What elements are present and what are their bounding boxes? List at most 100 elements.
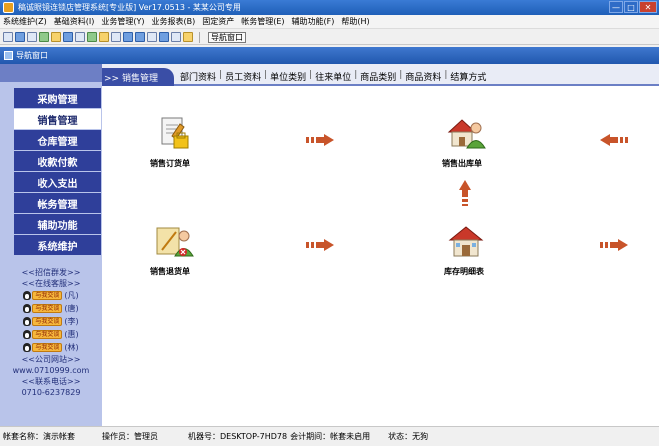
nav-window-title: 导航窗口	[16, 51, 48, 60]
state-label: 状态：	[388, 432, 413, 441]
qq-contact[interactable]: 与我交谈 (惠)	[0, 328, 102, 341]
qq-contact[interactable]: 与我交谈 (林)	[0, 341, 102, 354]
save-icon[interactable]	[135, 32, 145, 42]
help-icon[interactable]	[171, 32, 181, 42]
tab-sales-management[interactable]: >> 销售管理	[102, 68, 174, 86]
arrow-left-icon	[600, 134, 628, 146]
account-label: 帐套名称：	[3, 432, 43, 441]
tab-strip: >> 销售管理 部门资料 | 员工资料 | 单位类别 | 往来单位 | 商品类别…	[102, 64, 659, 86]
tools-icon[interactable]	[51, 32, 61, 42]
penguin-icon	[23, 317, 32, 326]
document-icon[interactable]	[27, 32, 37, 42]
tab-partners[interactable]: 往来单位	[313, 70, 353, 83]
period-label: 会计期间：	[290, 432, 331, 441]
window-icon	[4, 51, 13, 60]
sidebar-item-payments[interactable]: 收款付款	[14, 151, 101, 171]
nav-window-button[interactable]: 导航窗口	[208, 31, 246, 43]
print-icon[interactable]	[111, 32, 121, 42]
qq-contact[interactable]: 与我交谈 (凡)	[0, 289, 102, 302]
website-title: <<公司网站>>	[21, 355, 81, 364]
menu-help[interactable]: 帮助(H)	[341, 16, 369, 27]
order-document-icon	[161, 117, 189, 149]
qq-contact-name: (李)	[64, 317, 79, 326]
status-bar: 帐套名称： 演示帐套 操作员： 管理员 机器号： DESKTOP-7HD78 会…	[0, 426, 659, 446]
door-icon[interactable]	[183, 32, 193, 42]
penguin-icon	[23, 304, 32, 313]
window-title: 稿诚眼镜连锁店管理系统[专业版] Ver17.0513 - 某某公司专用	[18, 3, 241, 12]
penguin-icon	[23, 330, 32, 339]
operator-value: 管理员	[134, 432, 158, 441]
house-person-icon	[447, 119, 486, 149]
calculator-icon[interactable]	[147, 32, 157, 42]
qq-chat-badge: 与我交谈	[32, 304, 63, 313]
phone-number: 0710-6237829	[21, 388, 81, 397]
sales-outbound-label: 销售出库单	[442, 159, 482, 168]
arrow-right-icon	[600, 239, 628, 251]
sidebar-item-system[interactable]: 系统维护	[14, 235, 101, 255]
qq-contact-name: (林)	[64, 343, 79, 352]
new-icon[interactable]	[3, 32, 13, 42]
website-link[interactable]: www.0710999.com	[0, 365, 102, 376]
menu-basic-data[interactable]: 基础资料(I)	[54, 16, 95, 27]
tab-departments[interactable]: 部门资料	[178, 70, 218, 83]
menu-business[interactable]: 业务管理(Y)	[101, 16, 144, 27]
tab-employees[interactable]: 员工资料	[223, 70, 263, 83]
sidebar-item-income-expense[interactable]: 收入支出	[14, 172, 101, 192]
wrench-icon[interactable]	[99, 32, 109, 42]
menu-system[interactable]: 系统维护(Z)	[3, 16, 47, 27]
qq-contact-name: (惠)	[64, 330, 79, 339]
qq-chat-badge: 与我交谈	[32, 330, 63, 339]
globe-icon[interactable]	[159, 32, 169, 42]
tree-icon[interactable]	[39, 32, 49, 42]
online-service-title: <<在线客服>>	[21, 279, 81, 288]
sales-order-label: 销售订货单	[150, 159, 190, 168]
monitor-icon[interactable]	[63, 32, 73, 42]
sales-outbound-module[interactable]: 销售出库单	[440, 116, 510, 176]
sales-order-module[interactable]: 销售订货单	[148, 116, 218, 176]
toolbar-separator	[199, 31, 200, 43]
menu-reports[interactable]: 业务报表(B)	[151, 16, 195, 27]
qq-contact[interactable]: 与我交谈 (唐)	[0, 302, 102, 315]
sidebar-item-tools[interactable]: 辅助功能	[14, 214, 101, 234]
penguin-icon	[23, 343, 32, 352]
sidebar-item-accounts[interactable]: 帐务管理	[14, 193, 101, 213]
tab-product-categories[interactable]: 商品类别	[358, 70, 398, 83]
menu-tools[interactable]: 辅助功能(F)	[292, 16, 335, 27]
sidebar: 采购管理 销售管理 仓库管理 收款付款 收入支出 帐务管理 辅助功能 系统维护 …	[0, 64, 102, 426]
tab-settlement[interactable]: 结算方式	[448, 70, 488, 83]
list-icon[interactable]	[15, 32, 25, 42]
main-panel: >> 销售管理 部门资料 | 员工资料 | 单位类别 | 往来单位 | 商品类别…	[102, 64, 659, 426]
period-value: 帐套未启用	[330, 432, 371, 441]
qq-contact-name: (唐)	[64, 304, 79, 313]
toolbar: 导航窗口	[0, 30, 659, 45]
tab-unit-categories[interactable]: 单位类别	[268, 70, 308, 83]
mail-icon[interactable]	[123, 32, 133, 42]
inventory-detail-label: 库存明细表	[444, 267, 484, 276]
maximize-button[interactable]: □	[624, 1, 638, 13]
sidebar-item-sales[interactable]: 销售管理	[14, 109, 101, 129]
warehouse-icon	[448, 226, 484, 257]
users-icon[interactable]	[87, 32, 97, 42]
sidebar-links: <<招信群发>> <<在线客服>> 与我交谈 (凡) 与我交谈 (唐) 与我交谈…	[0, 267, 102, 398]
qq-contact[interactable]: 与我交谈 (李)	[0, 315, 102, 328]
nav-window-header: 导航窗口	[0, 47, 659, 64]
sidebar-item-warehouse[interactable]: 仓库管理	[14, 130, 101, 150]
minimize-button[interactable]: —	[609, 1, 623, 13]
menu-fixed-assets[interactable]: 固定资产	[202, 16, 234, 27]
sales-return-module[interactable]: 销售退货单	[148, 224, 218, 284]
recruit-link[interactable]: <<招信群发>>	[0, 267, 102, 278]
close-button[interactable]: ✕	[639, 1, 657, 13]
sidebar-item-purchase[interactable]: 采购管理	[14, 88, 101, 108]
note-icon[interactable]	[75, 32, 85, 42]
menu-accounts[interactable]: 帐务管理(E)	[241, 16, 284, 27]
qq-contact-name: (凡)	[64, 291, 79, 300]
tab-products[interactable]: 商品资料	[403, 70, 443, 83]
menu-bar: 系统维护(Z) 基础资料(I) 业务管理(Y) 业务报表(B) 固定资产 帐务管…	[0, 15, 659, 29]
arrow-right-icon	[306, 239, 334, 251]
app-icon	[3, 2, 14, 13]
qq-chat-badge: 与我交谈	[32, 291, 63, 300]
machine-label: 机器号：	[188, 432, 220, 441]
penguin-icon	[23, 291, 32, 300]
qq-chat-badge: 与我交谈	[32, 343, 63, 352]
inventory-detail-module[interactable]: 库存明细表	[440, 224, 510, 284]
